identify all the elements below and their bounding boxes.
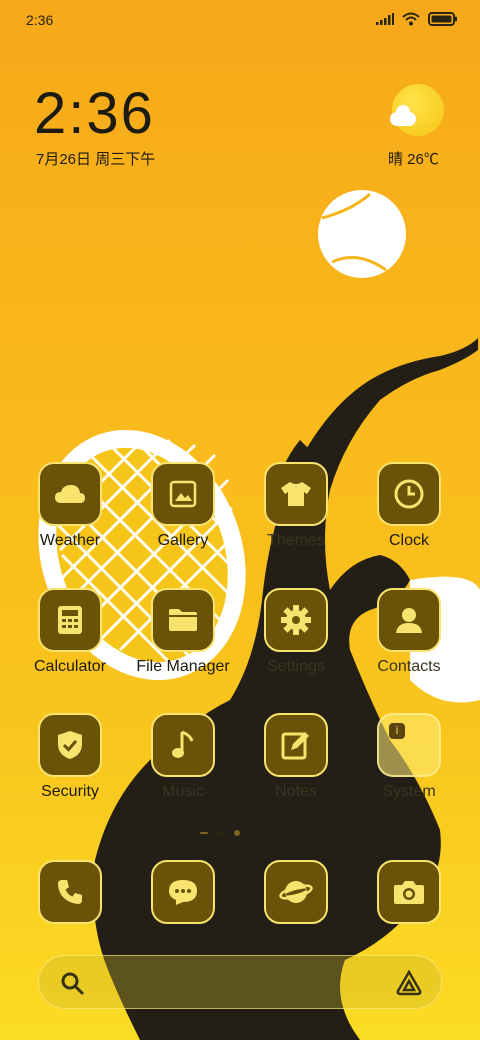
- calculator-icon: [38, 588, 102, 652]
- dock-messages[interactable]: [127, 860, 239, 924]
- app-label: Weather: [39, 532, 101, 549]
- app-label: File Manager: [136, 658, 230, 675]
- page-dot[interactable]: [200, 832, 208, 834]
- dock-camera[interactable]: [353, 860, 465, 924]
- app-notes[interactable]: Notes: [240, 713, 352, 801]
- folder-icon: [151, 588, 215, 652]
- wifi-icon: [402, 12, 420, 26]
- app-label: Calculator: [33, 658, 107, 675]
- battery-icon: [428, 12, 457, 26]
- clock-widget-date[interactable]: 7月26日 周三下午: [36, 148, 155, 169]
- app-settings[interactable]: Settings: [240, 588, 352, 676]
- app-weather[interactable]: Weather: [14, 462, 126, 550]
- music-icon: [151, 713, 215, 777]
- app-themes[interactable]: Themes: [240, 462, 352, 550]
- dock-phone[interactable]: [14, 860, 126, 924]
- dock-browser[interactable]: [240, 860, 352, 924]
- weather-widget-text[interactable]: 晴 26℃: [388, 148, 439, 169]
- notes-icon: [264, 713, 328, 777]
- shield-icon: [38, 713, 102, 777]
- app-security[interactable]: Security: [14, 713, 126, 801]
- gear-icon: [264, 588, 328, 652]
- page-indicator[interactable]: [200, 830, 240, 836]
- app-label: Contacts: [377, 658, 441, 675]
- assistant-icon[interactable]: [395, 969, 423, 997]
- camera-icon: [377, 860, 441, 924]
- system-app-mini-icon: i: [389, 723, 405, 739]
- app-contacts[interactable]: Contacts: [353, 588, 465, 676]
- sun-cloud-icon[interactable]: [390, 84, 444, 136]
- app-file-manager[interactable]: File Manager: [127, 588, 239, 676]
- app-label: Settings: [267, 658, 325, 675]
- page-dot-active[interactable]: [218, 830, 224, 836]
- status-bar-time: 2:36: [26, 12, 54, 28]
- app-calculator[interactable]: Calculator: [14, 588, 126, 676]
- search-icon[interactable]: [59, 970, 85, 996]
- signal-icon: [376, 13, 394, 25]
- contacts-icon: [377, 588, 441, 652]
- app-system-folder[interactable]: i System: [353, 713, 465, 801]
- app-label: System: [382, 783, 436, 800]
- app-label: Themes: [267, 532, 325, 549]
- phone-icon: [38, 860, 102, 924]
- app-music[interactable]: Music: [127, 713, 239, 801]
- clock-icon: [377, 462, 441, 526]
- gallery-icon: [151, 462, 215, 526]
- browser-icon: [264, 860, 328, 924]
- app-gallery[interactable]: Gallery: [127, 462, 239, 550]
- app-label: Music: [162, 783, 204, 800]
- themes-icon: [264, 462, 328, 526]
- app-label: Notes: [275, 783, 317, 800]
- folder-system-icon: i: [377, 713, 441, 777]
- app-label: Clock: [388, 532, 429, 549]
- status-bar-icons: [376, 12, 458, 26]
- tennis-ball-graphic: [318, 190, 406, 278]
- app-label: Gallery: [157, 532, 209, 549]
- page-dot[interactable]: [234, 830, 240, 836]
- weather-icon: [38, 462, 102, 526]
- app-label: Security: [41, 783, 99, 800]
- app-clock[interactable]: Clock: [353, 462, 465, 550]
- search-bar[interactable]: [38, 955, 442, 1009]
- messages-icon: [151, 860, 215, 924]
- clock-widget-time[interactable]: 2:36: [34, 80, 155, 147]
